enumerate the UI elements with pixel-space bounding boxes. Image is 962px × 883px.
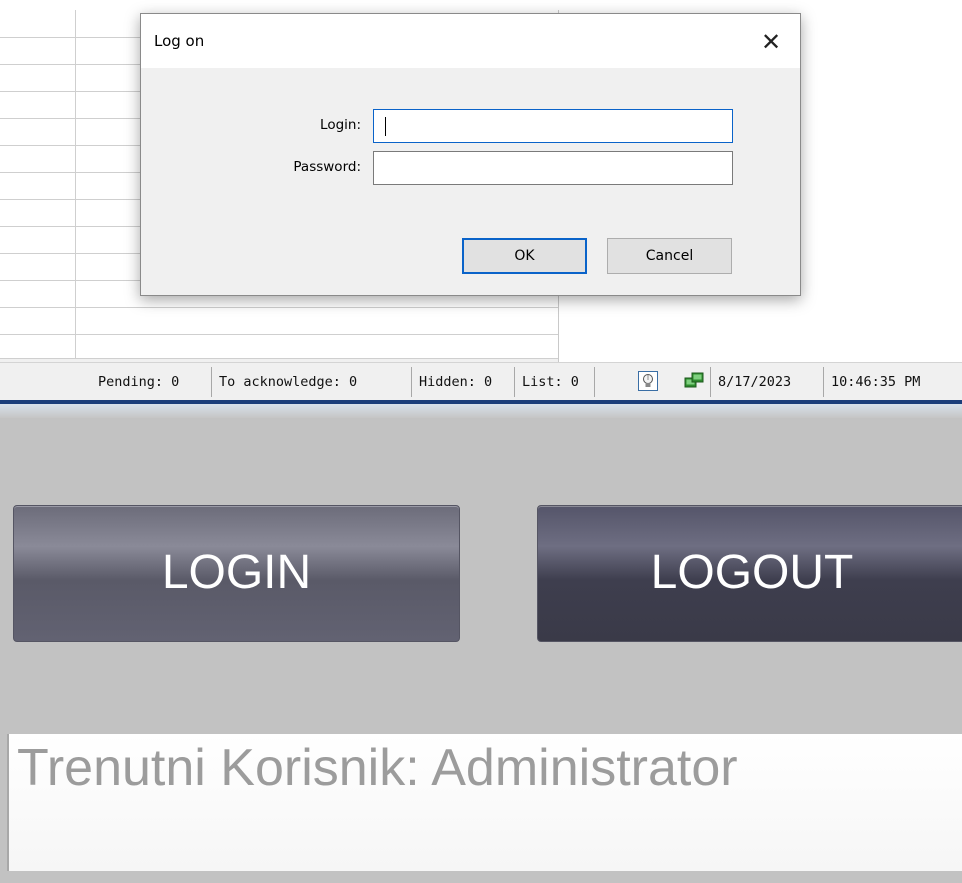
cancel-button[interactable]: Cancel	[607, 238, 732, 274]
status-separator	[514, 367, 515, 397]
password-field[interactable]	[373, 151, 733, 185]
login-field[interactable]	[373, 109, 733, 143]
logout-button[interactable]: LOGOUT	[537, 505, 962, 642]
password-label: Password:	[293, 159, 361, 175]
log-on-dialog: Log on ✕ Login: Password: OK Cancel	[140, 13, 801, 296]
status-separator	[211, 367, 212, 397]
current-user-text: Trenutni Korisnik: Administrator	[17, 739, 738, 797]
grid-row	[0, 334, 558, 335]
ok-button[interactable]: OK	[462, 238, 587, 274]
network-icon[interactable]	[684, 371, 704, 391]
pending-count: Pending: 0	[98, 374, 180, 390]
dialog-title-bar[interactable]: Log on ✕	[141, 14, 800, 68]
status-bar: Pending: 0 To acknowledge: 0 Hidden: 0 L…	[0, 362, 962, 401]
status-separator	[594, 367, 595, 397]
lightbulb-icon[interactable]	[638, 371, 658, 391]
text-caret	[385, 117, 386, 136]
status-date: 8/17/2023	[718, 374, 792, 390]
grid-column-divider	[75, 10, 76, 362]
hidden-count: Hidden: 0	[419, 374, 493, 390]
status-separator	[411, 367, 412, 397]
login-label: Login:	[320, 117, 361, 133]
status-separator	[710, 367, 711, 397]
panel-top-stripe	[0, 404, 962, 418]
to-acknowledge-count: To acknowledge: 0	[219, 374, 358, 390]
login-button[interactable]: LOGIN	[13, 505, 460, 642]
current-user-box: Trenutni Korisnik: Administrator	[7, 734, 962, 871]
status-time: 10:46:35 PM	[831, 374, 921, 390]
close-icon[interactable]: ✕	[751, 22, 791, 62]
dialog-title: Log on	[154, 32, 205, 50]
list-count: List: 0	[522, 374, 579, 390]
grid-row	[0, 307, 558, 308]
status-separator	[823, 367, 824, 397]
